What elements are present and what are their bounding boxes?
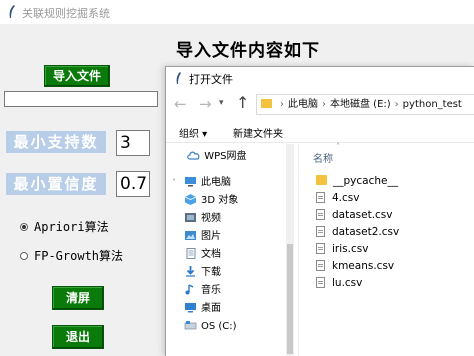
navigation-bar: ← → ▾ ↑ › 此电脑 › 本地磁盘 (E:) › python_test (166, 89, 474, 119)
exit-button[interactable]: 退出 (52, 325, 104, 349)
nav-item-label: 此电脑 (201, 177, 231, 188)
min-support-label: 最小支持数 (6, 131, 106, 153)
file-item-pycache[interactable]: __pycache__ (316, 173, 398, 190)
file-icon (316, 259, 325, 271)
nav-item-label: 视频 (201, 213, 221, 224)
file-name: lu.csv (332, 277, 363, 289)
file-item-iris-csv[interactable]: iris.csv (316, 241, 368, 258)
feather-icon (9, 5, 15, 18)
video-icon (185, 212, 196, 222)
dialog-title-bar: 打开文件 (166, 67, 474, 89)
download-icon (186, 265, 195, 277)
nav-item-3d-objects[interactable]: 3D 对象 (184, 192, 238, 210)
title-bar: 关联规则挖掘系统 (0, 0, 474, 24)
apriori-radio-label: Apriori算法 (34, 220, 109, 234)
file-icon (316, 276, 325, 288)
file-name: __pycache__ (333, 175, 398, 187)
document-icon (186, 247, 196, 259)
file-name: 4.csv (332, 192, 360, 204)
breadcrumb-separator-icon: › (280, 99, 284, 110)
sort-caret-icon: ˄ (336, 142, 340, 151)
file-icon (316, 225, 325, 237)
nav-item-documents[interactable]: 文档 (184, 246, 221, 264)
column-divider (298, 144, 299, 356)
nav-item-label: 文档 (201, 249, 221, 260)
nav-item-label: OS (C:) (201, 321, 237, 332)
nav-item-desktop[interactable]: 桌面 (184, 300, 221, 318)
address-bar[interactable]: › 此电脑 › 本地磁盘 (E:) › python_test (256, 94, 474, 115)
file-item-lu-csv[interactable]: lu.csv (316, 275, 362, 292)
drive-icon (184, 320, 197, 329)
back-arrow-icon[interactable]: ← (174, 95, 187, 113)
nav-item-wps-cloud[interactable]: WPS网盘 (172, 148, 246, 166)
new-folder-button[interactable]: 新建文件夹 (233, 125, 283, 140)
breadcrumb-this-pc[interactable]: 此电脑 (288, 99, 318, 110)
file-name: iris.csv (332, 243, 369, 255)
cube-icon (184, 193, 197, 205)
folder-icon (261, 98, 272, 108)
dialog-title: 打开文件 (189, 73, 233, 86)
chevron-down-icon[interactable]: ˅ (172, 174, 184, 192)
file-path-input[interactable] (4, 91, 158, 107)
nav-item-music[interactable]: 音乐 (184, 282, 221, 300)
file-item-dataset2-csv[interactable]: dataset2.csv (316, 224, 399, 241)
min-confidence-label: 最小置信度 (6, 173, 106, 195)
nav-item-label: 桌面 (201, 303, 221, 314)
nav-item-os-c[interactable]: OS (C:) (184, 318, 237, 336)
file-item-dataset-csv[interactable]: dataset.csv (316, 207, 393, 224)
dialog-toolbar: 组织 ▾ 新建文件夹 (166, 121, 474, 143)
file-name: kmeans.csv (332, 260, 395, 272)
scrollbar-thumb[interactable] (287, 244, 293, 354)
radio-selected-icon[interactable] (20, 222, 28, 231)
file-item-4-csv[interactable]: 4.csv (316, 190, 359, 207)
nav-item-label: 音乐 (201, 285, 221, 296)
apriori-radio[interactable]: Apriori算法 (20, 219, 109, 235)
page-heading: 导入文件内容如下 (176, 41, 320, 61)
recent-locations-chevron-icon[interactable]: ▾ (219, 98, 224, 108)
file-icon (316, 242, 325, 254)
organize-menu[interactable]: 组织 ▾ (179, 125, 207, 140)
file-name: dataset2.csv (332, 226, 400, 238)
up-arrow-icon[interactable]: ↑ (236, 93, 249, 112)
navigation-pane: WPS网盘 ˅ 此电脑 3D 对象 视频 图片 文档 下载 音乐 桌面 OS (C… (166, 144, 286, 356)
breadcrumb-python-test[interactable]: python_test (403, 99, 462, 110)
cloud-icon (187, 151, 200, 160)
file-icon (316, 208, 325, 220)
file-icon (316, 191, 325, 203)
feather-icon (176, 72, 181, 84)
nav-item-label: WPS网盘 (204, 151, 247, 162)
nav-item-label: 下载 (201, 267, 221, 278)
file-item-kmeans-csv[interactable]: kmeans.csv (316, 258, 394, 275)
clear-screen-button[interactable]: 清屏 (52, 286, 104, 310)
fp-growth-radio[interactable]: FP-Growth算法 (20, 248, 123, 264)
folder-icon (316, 175, 327, 185)
nav-item-downloads[interactable]: 下载 (184, 264, 221, 282)
breadcrumb-drive-e[interactable]: 本地磁盘 (E:) (330, 99, 391, 110)
nav-item-this-pc[interactable]: ˅ 此电脑 (172, 174, 231, 192)
file-list-pane: ˄ 名称 __pycache__ 4.csv dataset.csv datas… (298, 142, 474, 356)
window-title: 关联规则挖掘系统 (22, 7, 110, 20)
navigation-scrollbar[interactable] (286, 144, 294, 356)
open-file-dialog: 打开文件 ← → ▾ ↑ › 此电脑 › 本地磁盘 (E:) › python_test … (165, 66, 474, 356)
breadcrumb-separator-icon: › (394, 99, 399, 110)
nav-item-label: 图片 (201, 231, 221, 242)
picture-icon (185, 230, 196, 240)
name-column-header[interactable]: 名称 (313, 150, 333, 165)
desktop-icon (185, 302, 196, 312)
radio-unselected-icon[interactable] (20, 251, 28, 260)
import-file-button[interactable]: 导入文件 (44, 65, 110, 87)
fp-growth-radio-label: FP-Growth算法 (34, 249, 124, 263)
nav-item-videos[interactable]: 视频 (184, 210, 221, 228)
file-name: dataset.csv (332, 209, 393, 221)
computer-icon (185, 176, 196, 186)
breadcrumb-separator-icon: › (322, 99, 326, 110)
music-icon (185, 283, 194, 294)
min-confidence-input[interactable]: 0.7 (116, 171, 150, 197)
nav-item-pictures[interactable]: 图片 (184, 228, 221, 246)
nav-item-label: 3D 对象 (201, 195, 239, 206)
min-support-input[interactable]: 3 (116, 130, 150, 156)
forward-arrow-icon[interactable]: → (199, 95, 212, 113)
